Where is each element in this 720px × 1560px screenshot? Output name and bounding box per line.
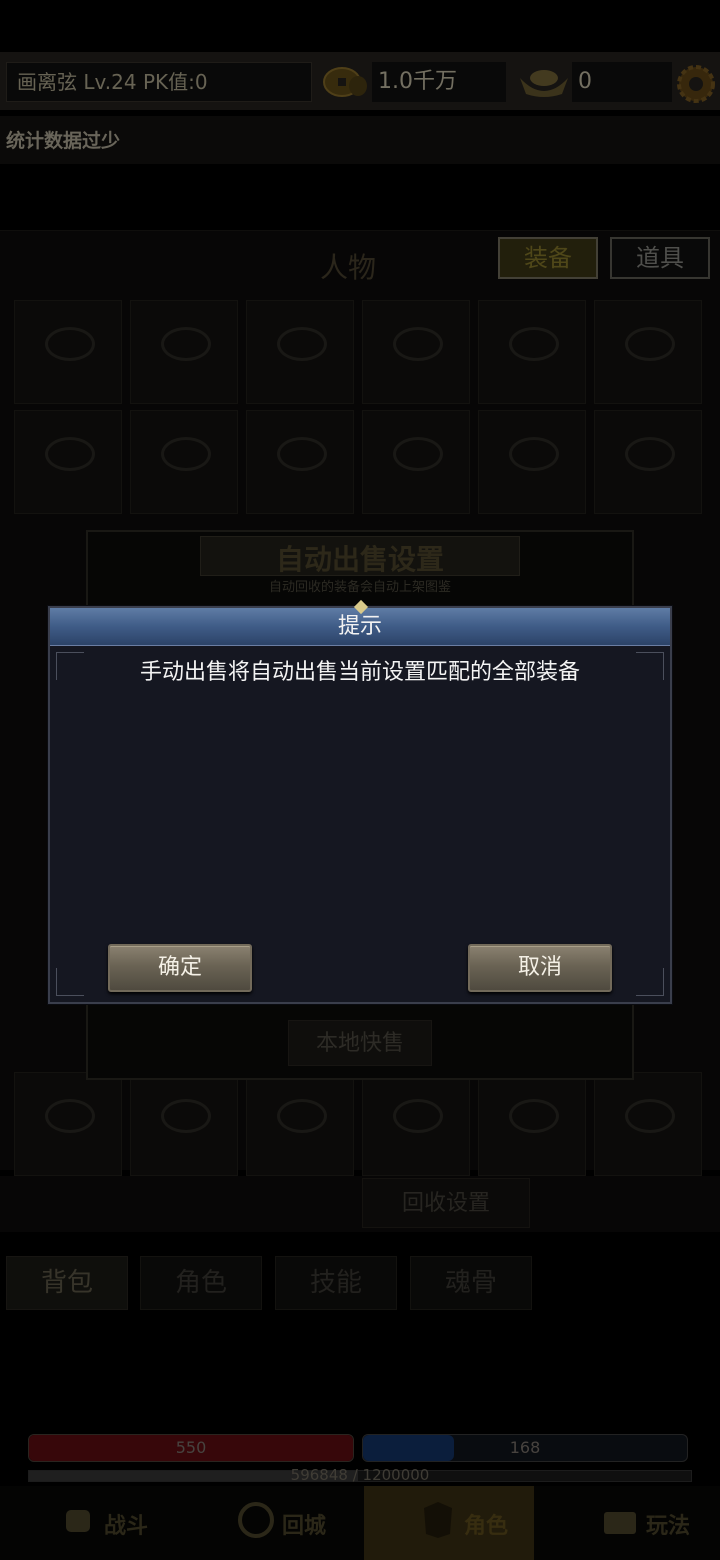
dialog-message: 手动出售将自动出售当前设置匹配的全部装备 bbox=[139, 660, 580, 685]
dialog-corner-ornament bbox=[56, 968, 84, 996]
dialog-corner-ornament bbox=[636, 968, 664, 996]
cancel-button[interactable]: 取消 bbox=[468, 944, 612, 992]
confirm-button[interactable]: 确定 bbox=[108, 944, 252, 992]
confirm-dialog: 提示 手动出售将自动出售当前设置匹配的全部装备 确定 取消 bbox=[48, 599, 672, 1004]
